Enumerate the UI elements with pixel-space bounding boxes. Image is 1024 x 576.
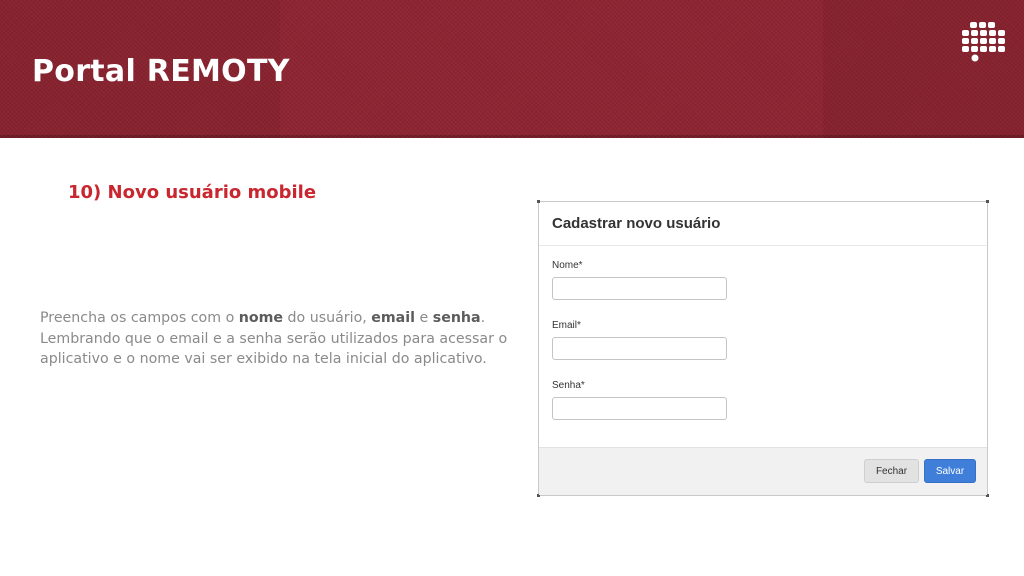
header-banner: Portal REMOTY <box>0 0 1024 138</box>
password-label: Senha* <box>552 380 585 391</box>
instructions-keyword-senha: senha <box>432 310 481 326</box>
password-input[interactable] <box>552 397 727 420</box>
modal-header: Cadastrar novo usuário <box>539 202 987 246</box>
email-input[interactable] <box>552 337 727 360</box>
instructions-paragraph: Preencha os campos com o nome do usuário… <box>40 308 510 370</box>
modal-title: Cadastrar novo usuário <box>552 215 721 232</box>
email-label: Email* <box>552 320 581 331</box>
header-shadow <box>0 135 1024 138</box>
portal-title: Portal REMOTY <box>32 54 290 89</box>
instructions-keyword-nome: nome <box>238 310 284 326</box>
modal-footer: Fechar Salvar <box>539 447 987 495</box>
name-input[interactable] <box>552 277 727 300</box>
close-button[interactable]: Fechar <box>864 459 919 483</box>
grid-dots-logo-icon <box>962 22 1005 62</box>
instructions-text-1: Preencha os campos com o <box>40 310 239 326</box>
section-heading: 10) Novo usuário mobile <box>68 182 317 203</box>
instructions-keyword-email: email <box>371 310 415 326</box>
name-label: Nome* <box>552 260 583 271</box>
save-button[interactable]: Salvar <box>924 459 976 483</box>
slide: Portal REMOTY 10) Novo usuário mobile Pr… <box>0 0 1024 576</box>
instructions-text-3: e <box>415 310 433 326</box>
instructions-text-2: do usuário, <box>283 310 372 326</box>
register-user-modal: Cadastrar novo usuário Nome* Email* Senh… <box>537 200 989 497</box>
